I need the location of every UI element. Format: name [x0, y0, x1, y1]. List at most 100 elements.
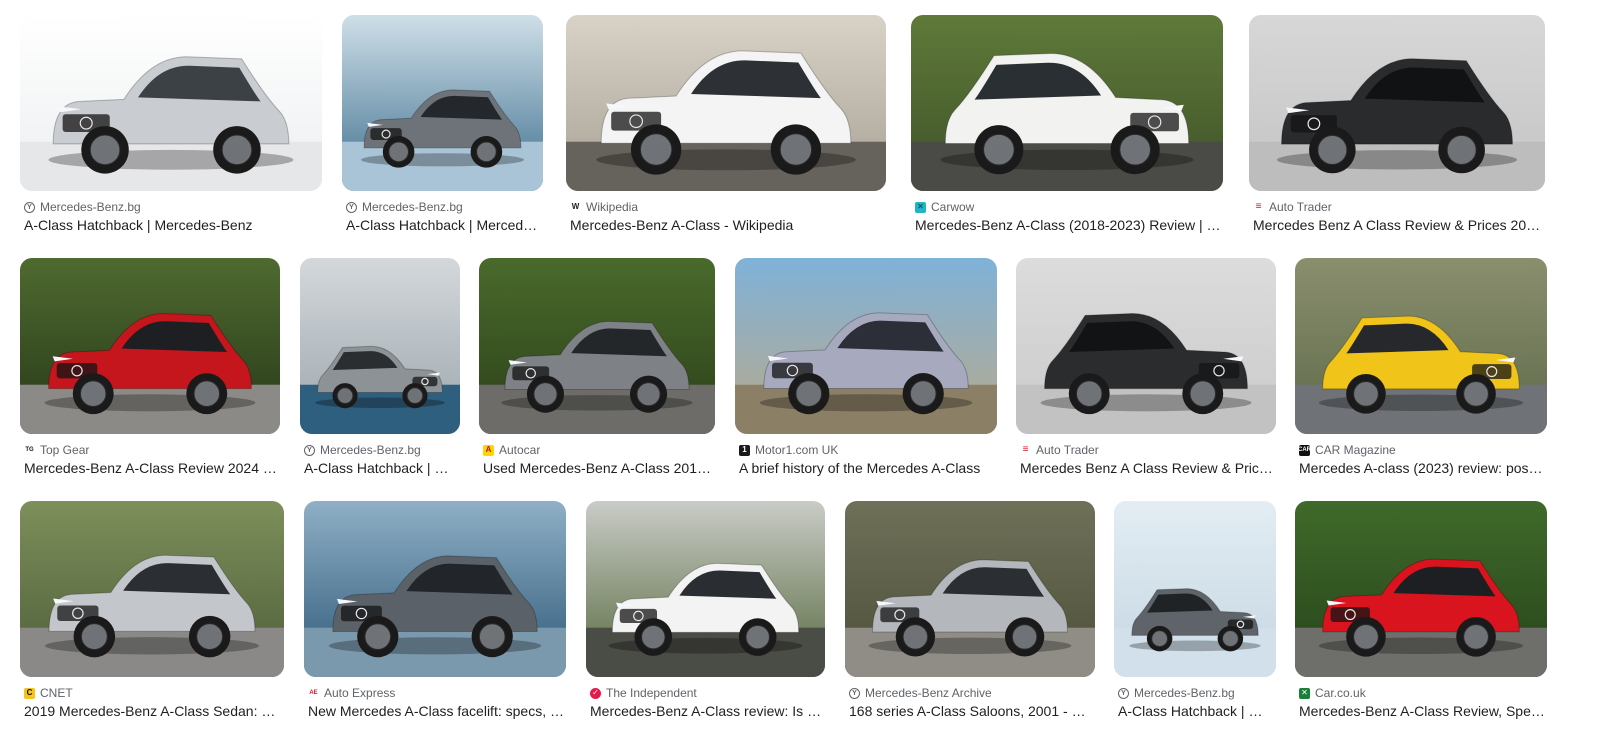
result-title[interactable]: Mercedes Benz A Class Review & Prices 20…: [1253, 215, 1543, 235]
result-thumbnail[interactable]: [1249, 15, 1545, 191]
result-title[interactable]: A-Class Hatchback | Mercedes-Benz: [304, 458, 458, 478]
result-thumbnail[interactable]: [1114, 501, 1276, 677]
result-source[interactable]: C CNET: [24, 685, 73, 701]
result-source-name: Wikipedia: [586, 200, 639, 214]
image-result-card[interactable]: ✕ Car.co.uk Mercedes-Benz A-Class Review, …: [1295, 501, 1547, 725]
result-thumbnail[interactable]: [304, 501, 566, 677]
result-title[interactable]: Mercedes-Benz A-Class - Wikipedia: [570, 215, 884, 235]
image-result-card[interactable]: Y Mercedes-Benz.bg A-Class Hatchback | Mer…: [1114, 501, 1276, 725]
result-title[interactable]: 2019 Mercedes-Benz A-Class Sedan: Bigger…: [24, 701, 282, 721]
result-thumbnail[interactable]: [735, 258, 997, 434]
result-source[interactable]: ✕ Car.co.uk: [1299, 685, 1366, 701]
result-thumbnail[interactable]: [479, 258, 715, 434]
result-source-name: Mercedes-Benz.bg: [362, 200, 463, 214]
result-source[interactable]: W Wikipedia: [570, 199, 638, 215]
image-result-card[interactable]: ≡ Auto Trader Mercedes Benz A Class Review…: [1249, 15, 1545, 239]
car-photo: [1114, 501, 1276, 677]
result-thumbnail[interactable]: [20, 501, 284, 677]
site-favicon-icon: A: [483, 444, 494, 456]
result-source[interactable]: Y Mercedes-Benz.bg: [24, 199, 141, 215]
result-thumbnail[interactable]: [566, 15, 886, 191]
image-result-card[interactable]: 1 Motor1.com UK A brief history of the Mer…: [735, 258, 997, 482]
result-source[interactable]: Y Mercedes-Benz.bg: [304, 442, 421, 458]
result-title[interactable]: Mercedes-Benz A-Class review: Is it the …: [590, 701, 823, 721]
result-thumbnail[interactable]: [911, 15, 1223, 191]
site-favicon-icon: ✕: [1299, 687, 1310, 699]
result-source-name: Mercedes-Benz.bg: [320, 443, 421, 457]
result-source[interactable]: Y Mercedes-Benz.bg: [1118, 685, 1235, 701]
result-source[interactable]: Y Mercedes-Benz Archive: [849, 685, 992, 701]
site-favicon-icon: ✕: [915, 201, 926, 213]
car-photo: [20, 258, 280, 434]
result-title[interactable]: Mercedes-Benz A-Class (2018-2023) Review…: [915, 215, 1221, 235]
car-photo: [586, 501, 825, 677]
result-title[interactable]: Used Mercedes-Benz A-Class 2018-2022 rev…: [483, 458, 713, 478]
image-results-grid: Y Mercedes-Benz.bg A-Class Hatchback | Mer…: [0, 0, 1600, 742]
result-title[interactable]: 168 series A-Class Saloons, 2001 - 2004 …: [849, 701, 1093, 721]
image-result-card[interactable]: Y Mercedes-Benz.bg A-Class Hatchback | Mer…: [300, 258, 460, 482]
result-source[interactable]: Y Mercedes-Benz.bg: [346, 199, 463, 215]
result-source[interactable]: ✓ The Independent: [590, 685, 697, 701]
result-title[interactable]: A brief history of the Mercedes A-Class: [739, 458, 995, 478]
result-thumbnail[interactable]: [845, 501, 1095, 677]
image-result-card[interactable]: ≡ Auto Trader Mercedes Benz A Class Review…: [1016, 258, 1276, 482]
result-source-name: The Independent: [606, 686, 697, 700]
result-source-name: CAR Magazine: [1315, 443, 1396, 457]
result-source-name: Auto Trader: [1269, 200, 1332, 214]
image-result-card[interactable]: W Wikipedia Mercedes-Benz A-Class - Wikipe…: [566, 15, 886, 239]
result-title[interactable]: A-Class Hatchback | Mercedes-Benz: [346, 215, 541, 235]
car-photo: [735, 258, 997, 434]
image-result-card[interactable]: CAR CAR Magazine Mercedes A-class (2023) r…: [1295, 258, 1547, 482]
car-photo: [479, 258, 715, 434]
image-result-card[interactable]: AE Auto Express New Mercedes A-Class facel…: [304, 501, 566, 725]
result-thumbnail[interactable]: [1016, 258, 1276, 434]
result-source[interactable]: CAR CAR Magazine: [1299, 442, 1396, 458]
result-source-name: Motor1.com UK: [755, 443, 839, 457]
result-thumbnail[interactable]: [586, 501, 825, 677]
result-thumbnail[interactable]: [342, 15, 543, 191]
image-result-card[interactable]: A Autocar Used Mercedes-Benz A-Class 2018-…: [479, 258, 715, 482]
image-result-card[interactable]: C CNET 2019 Mercedes-Benz A-Class Sedan: B…: [20, 501, 284, 725]
car-photo: [304, 501, 566, 677]
result-source-name: Car.co.uk: [1315, 686, 1366, 700]
result-thumbnail[interactable]: [1295, 501, 1547, 677]
car-photo: [20, 15, 322, 191]
result-source[interactable]: 1 Motor1.com UK: [739, 442, 838, 458]
image-result-card[interactable]: ✕ Carwow Mercedes-Benz A-Class (2018-2023)…: [911, 15, 1223, 239]
result-source-name: Mercedes-Benz.bg: [40, 200, 141, 214]
car-photo: [566, 15, 886, 191]
car-photo: [300, 258, 460, 434]
mercedes-star-icon: Y: [849, 687, 860, 699]
result-title[interactable]: Mercedes Benz A Class Review & Prices 20…: [1020, 458, 1274, 478]
result-source[interactable]: AE Auto Express: [308, 685, 395, 701]
result-title[interactable]: Mercedes A-class (2023) review: posh hat…: [1299, 458, 1545, 478]
result-thumbnail[interactable]: [300, 258, 460, 434]
result-source-name: Auto Express: [324, 686, 396, 700]
result-source-name: Carwow: [931, 200, 975, 214]
result-source[interactable]: TG Top Gear: [24, 442, 89, 458]
mercedes-star-icon: Y: [1118, 687, 1129, 699]
result-source-name: Top Gear: [40, 443, 90, 457]
result-thumbnail[interactable]: [1295, 258, 1547, 434]
site-favicon-icon: ≡: [1020, 444, 1031, 456]
result-title[interactable]: Mercedes-Benz A-Class Review, Specs, Pri…: [1299, 701, 1545, 721]
result-source[interactable]: ✕ Carwow: [915, 199, 974, 215]
image-result-card[interactable]: Y Mercedes-Benz.bg A-Class Hatchback | Mer…: [342, 15, 543, 239]
result-source-name: Auto Trader: [1036, 443, 1099, 457]
image-result-card[interactable]: TG Top Gear Mercedes-Benz A-Class Review 2…: [20, 258, 280, 482]
car-photo: [20, 501, 284, 677]
image-result-card[interactable]: ✓ The Independent Mercedes-Benz A-Class re…: [586, 501, 825, 725]
car-photo: [1016, 258, 1276, 434]
result-title[interactable]: A-Class Hatchback | Mercedes-Benz: [1118, 701, 1274, 721]
result-title[interactable]: New Mercedes A-Class facelift: specs, pr…: [308, 701, 564, 721]
result-title[interactable]: Mercedes-Benz A-Class Review 2024 | Top …: [24, 458, 278, 478]
result-source[interactable]: ≡ Auto Trader: [1253, 199, 1332, 215]
result-source[interactable]: ≡ Auto Trader: [1020, 442, 1099, 458]
result-source-name: Autocar: [499, 443, 541, 457]
result-title[interactable]: A-Class Hatchback | Mercedes-Benz: [24, 215, 320, 235]
image-result-card[interactable]: Y Mercedes-Benz Archive 168 series A-Class…: [845, 501, 1095, 725]
image-result-card[interactable]: Y Mercedes-Benz.bg A-Class Hatchback | Mer…: [20, 15, 322, 239]
result-thumbnail[interactable]: [20, 258, 280, 434]
result-source[interactable]: A Autocar: [483, 442, 540, 458]
result-thumbnail[interactable]: [20, 15, 322, 191]
